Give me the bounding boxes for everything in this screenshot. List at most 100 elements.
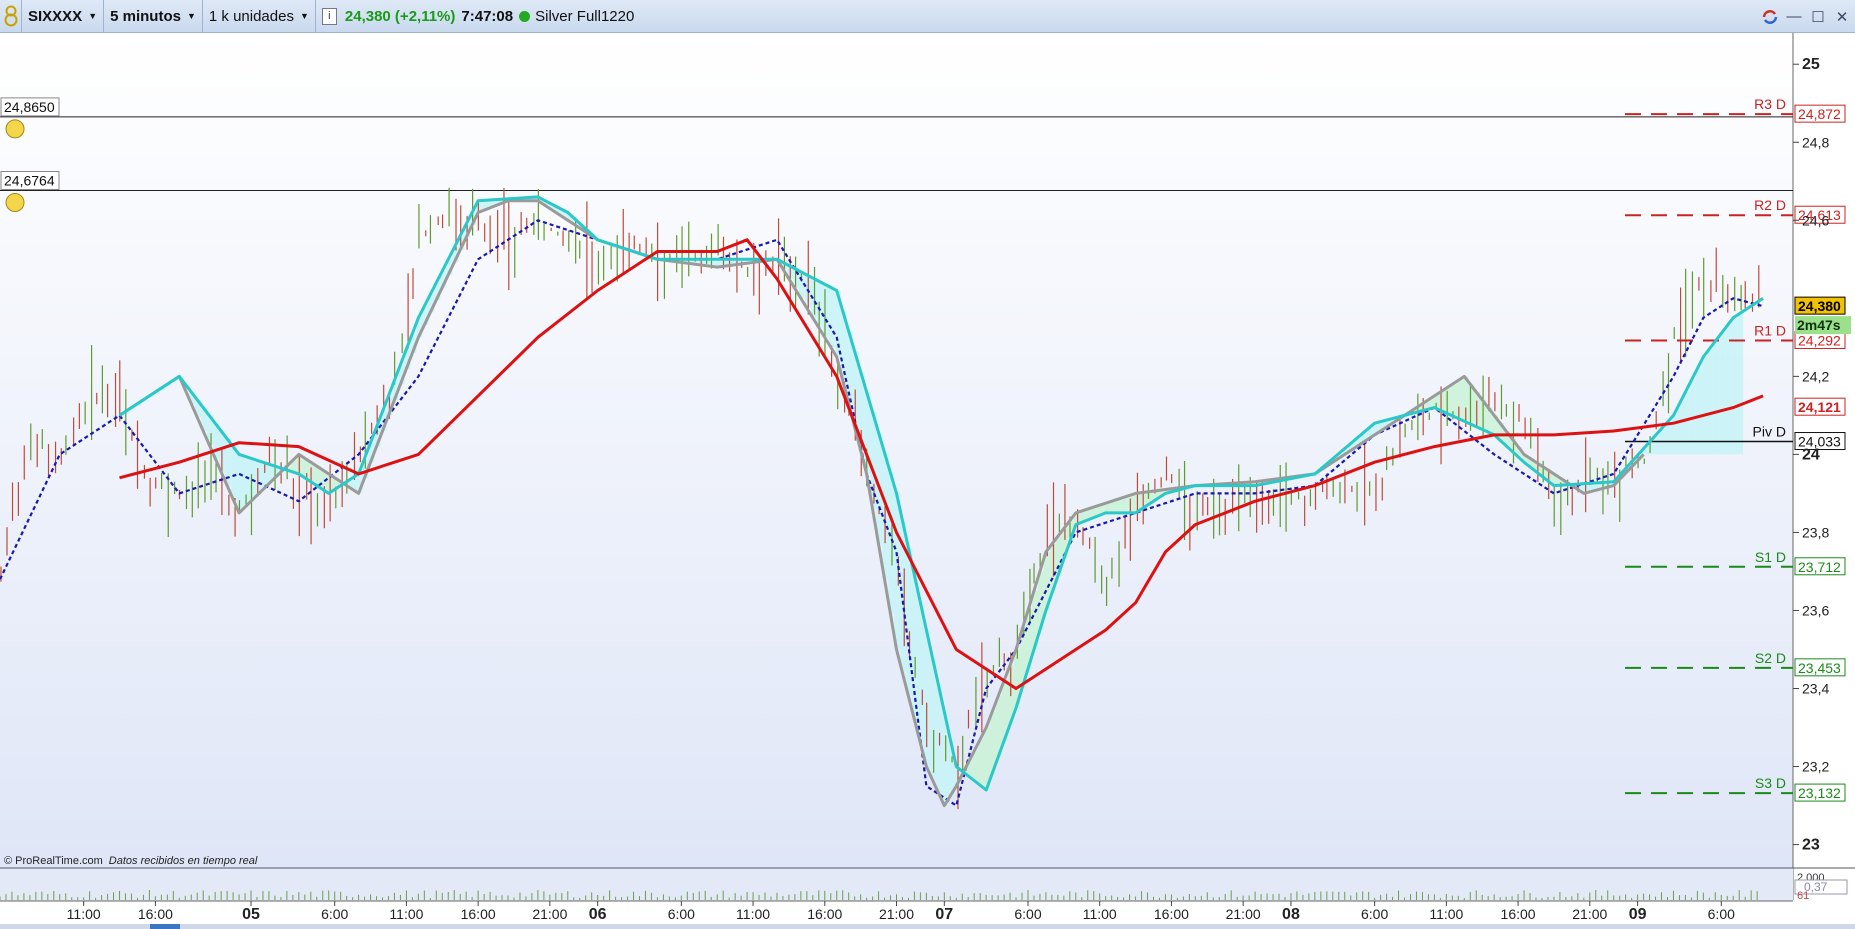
x-tick-label: 21:00 [1572,906,1607,922]
units-label: 1 k unidades [208,7,294,25]
pivot-name: R1 D [1754,322,1786,338]
y-tick-label: 23,2 [1802,759,1829,775]
y-tick-label: 23 [1802,837,1820,854]
price-tag-label: 24,380 [1798,298,1841,314]
x-tick-label: 11:00 [1429,906,1463,922]
pivot-value: 23,712 [1798,559,1841,575]
x-tick-label: 6:00 [1708,906,1735,922]
x-tick-label: 6:00 [321,906,348,922]
cloud-segment [1121,497,1128,513]
countdown-label: 2m47s [1797,317,1841,333]
cloud-segment [1683,391,1690,455]
pivot-name: Piv D [1753,424,1786,440]
alert-price-label: 24,8650 [4,99,55,115]
price-tag-label: 24,121 [1798,399,1841,415]
info-icon[interactable]: i [321,7,337,25]
cloud-segment [1677,403,1684,455]
cloud-segment [1665,422,1672,455]
copyright-text: © ProRealTime.com Datos recibidos en tiem… [4,855,258,867]
chevron-down-icon: ▼ [299,11,309,21]
units-selector[interactable]: 1 k unidades ▼ [203,0,316,33]
x-tick-label: 16:00 [461,906,496,922]
pivot-value: 23,453 [1798,660,1841,676]
y-tick-label: 24 [1802,446,1820,463]
account-label: Silver Full1220 [535,7,635,25]
maximize-icon[interactable]: ☐ [1809,8,1827,26]
pivot-name: S3 D [1755,775,1786,791]
pivot-value: 24,292 [1798,332,1841,348]
pivot-name: S1 D [1755,549,1786,565]
cloud-segment [1701,356,1708,455]
cloud-segment [1115,499,1122,513]
pivot-name: S2 D [1755,650,1786,666]
x-tick-label: 21:00 [532,906,567,922]
timeframe-selector[interactable]: 5 minutos ▼ [104,0,203,33]
close-icon[interactable]: ✕ [1833,8,1851,26]
x-tick-label: 11:00 [389,906,423,922]
cloud-segment [978,739,985,786]
last-price: 24,380 (+2,11%) [344,7,456,25]
y-tick-label: 24,8 [1802,134,1829,150]
instrument-selector[interactable]: SIXXXX ▼ [22,0,105,33]
cloud-segment [1450,384,1457,416]
sync-icon[interactable] [1761,8,1779,26]
x-tick-label: 07 [935,906,953,923]
y-tick-label: 24,6 [1802,212,1829,228]
instrument-label: SIXXXX [28,7,83,25]
y-tick-label: 24,2 [1802,368,1829,384]
cloud-segment [1731,317,1738,455]
x-tick-label: 6:00 [668,906,695,922]
timeframe-label: 5 minutos [110,7,181,25]
chart-toolbar: SIXXXX ▼ 5 minutos ▼ 1 k unidades ▼ i 24,38… [0,0,1855,33]
pivot-name: R2 D [1754,197,1786,213]
quote-time: 7:47:08 [461,7,514,25]
cloud-segment [231,446,238,500]
cloud-segment [894,493,901,650]
x-tick-label: 11:00 [1083,906,1117,922]
y-tick-label: 25 [1802,56,1820,73]
cloud-segment [816,281,823,328]
y-tick-label: 23,8 [1802,524,1829,540]
cloud-segment [1737,313,1744,455]
cloud-segment [1713,341,1720,455]
x-tick-label: 6:00 [1014,906,1041,922]
x-tick-label: 09 [1629,906,1647,923]
cloud-segment [828,287,835,348]
x-tick-label: 6:00 [1361,906,1388,922]
quote-info: i 24,380 (+2,11%) 7:47:08 Silver Full122… [316,0,640,33]
x-tick-label: 16:00 [807,906,842,922]
bell-icon [5,192,25,212]
x-tick-label: 05 [242,906,260,923]
x-tick-label: 16:00 [1154,906,1189,922]
cloud-segment [822,284,829,338]
y-tick-label: 23,4 [1802,681,1829,697]
x-tick-label: 21:00 [879,906,914,922]
x-tick-label: 21:00 [1226,906,1261,922]
horizontal-scrollbar[interactable] [0,924,1855,929]
x-tick-label: 06 [589,906,607,923]
y-tick-label: 23,6 [1802,602,1829,618]
scrollbar-thumb[interactable] [150,924,180,929]
pivot-value: 24,872 [1798,106,1841,122]
bell-icon [5,119,25,139]
app-logo [0,0,22,33]
x-tick-label: 11:00 [67,906,101,922]
chevron-down-icon: ▼ [186,11,196,21]
x-tick-label: 11:00 [736,906,770,922]
x-tick-label: 16:00 [138,906,173,922]
cloud-segment [1707,349,1714,455]
volume-indicator-value-2: 61 [1797,890,1809,902]
chevron-down-icon: ▼ [88,11,98,21]
x-tick-label: 08 [1282,906,1300,923]
cloud-segment [1725,325,1732,455]
price-chart[interactable]: 24,865024,6764 R3 D24,872R2 D24,613R1 D2… [0,33,1855,929]
window-controls: — ☐ ✕ [1761,0,1851,33]
x-tick-label: 16:00 [1501,906,1536,922]
cloud-segment [1719,333,1726,455]
prorealtime-logo-icon [4,5,17,27]
minimize-icon[interactable]: — [1785,8,1803,26]
status-dot-icon [519,10,531,22]
alert-price-label: 24,6764 [4,172,55,188]
pivot-value: 23,132 [1798,785,1841,801]
pivot-name: R3 D [1754,96,1786,112]
